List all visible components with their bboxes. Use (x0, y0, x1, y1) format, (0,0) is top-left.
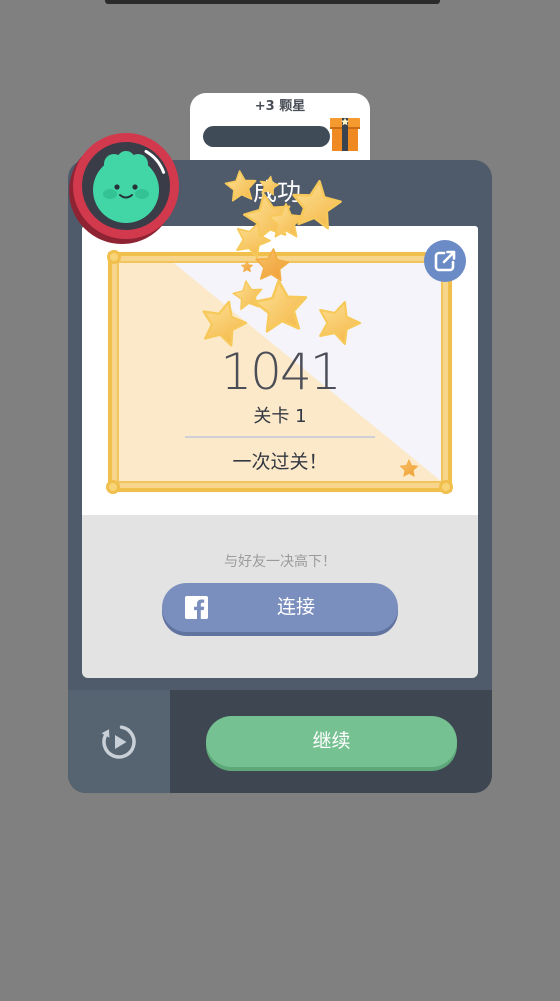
facebook-connect-button[interactable]: 连接 (162, 583, 398, 632)
continue-button[interactable]: 继续 (206, 716, 457, 767)
facebook-icon (185, 596, 208, 619)
level-complete-card: 成功 1041 关卡 1 一次过关！ 与好友一决高下！ 连接 继续 (68, 160, 492, 793)
result-divider (185, 436, 375, 438)
level-label: 关卡 1 (253, 406, 307, 427)
facebook-connect-label: 连接 (276, 596, 315, 618)
star-progress-bar (203, 126, 330, 147)
card-title: 成功 (253, 178, 301, 206)
top-overlay-edge (105, 0, 440, 4)
gift-box-icon[interactable] (330, 110, 360, 152)
challenge-friends-text: 与好友一决高下！ (224, 554, 336, 570)
result-frame: 1041 关卡 1 一次过关！ (106, 250, 453, 494)
replay-icon[interactable] (97, 720, 141, 764)
share-button[interactable] (424, 240, 466, 282)
share-icon (434, 250, 456, 272)
frame-corner-knob (106, 480, 120, 494)
frame-corner-knob (439, 480, 453, 494)
continue-label: 继续 (312, 730, 351, 752)
result-message: 一次过关！ (232, 451, 328, 473)
green-character-avatar-icon[interactable] (66, 126, 186, 246)
score-value: 1041 (220, 343, 341, 401)
frame-corner-knob (107, 250, 121, 264)
